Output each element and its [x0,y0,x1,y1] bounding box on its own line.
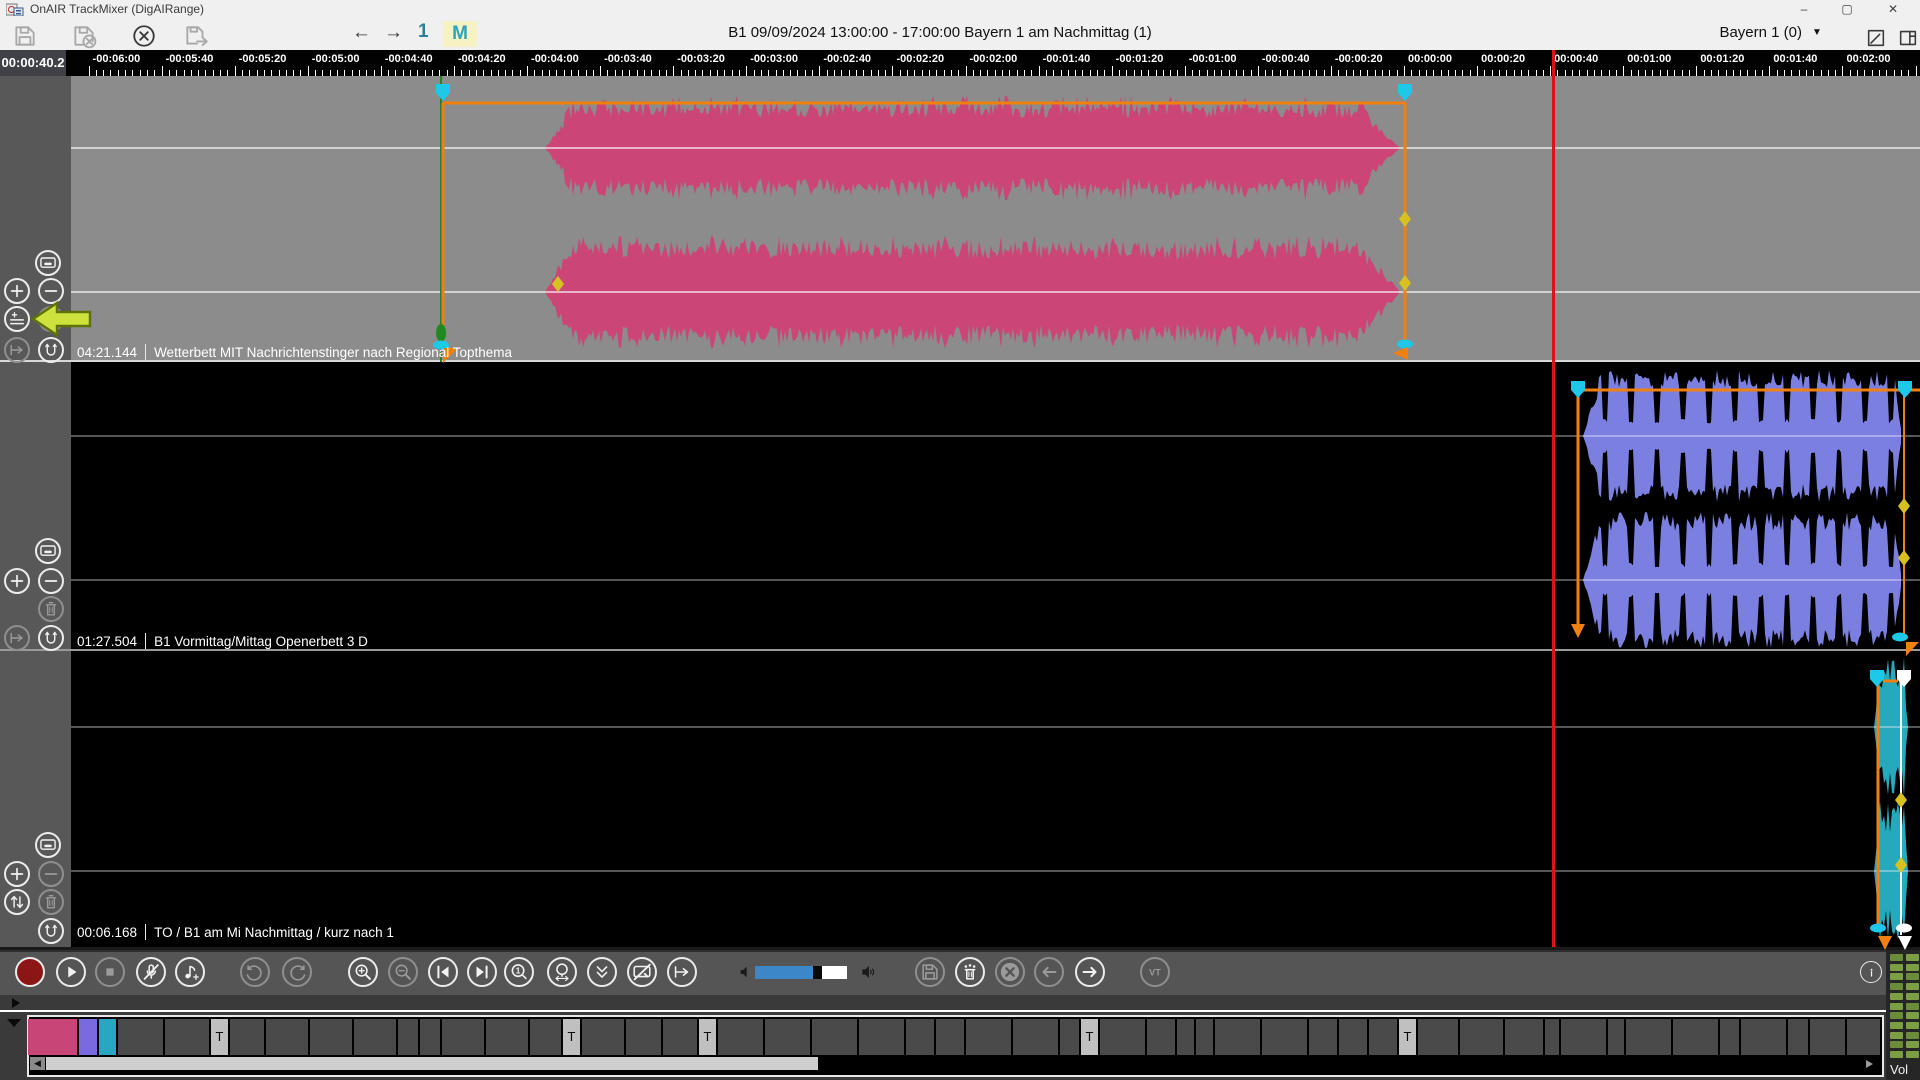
trackmixer-window: OnAIR TrackMixer (DigAIRange) – ▢ ✕ ← → … [0,0,1920,1080]
mouse-cursor-arrow [0,0,1920,1080]
